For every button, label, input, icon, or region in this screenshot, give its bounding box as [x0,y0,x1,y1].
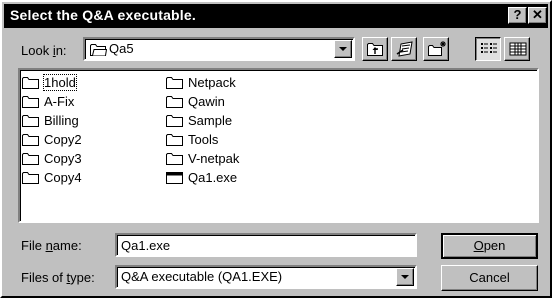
folder-icon [166,153,183,165]
look-in-dropdown-arrow-icon[interactable] [334,40,352,58]
up-one-level-button[interactable] [362,37,388,61]
look-in-label: Look in: [21,43,67,58]
file-name-input[interactable] [115,233,417,257]
new-folder-button[interactable] [423,37,449,61]
help-button[interactable]: ? [508,7,527,24]
folder-icon [22,134,39,146]
files-of-type-combo[interactable]: Q&A executable (QA1.EXE) [115,265,417,289]
file-name-label: Tools [188,132,219,147]
look-in-value: Qa5 [109,41,134,56]
file-name-label: Netpack [188,75,236,90]
files-of-type-label: Files of type: [21,270,95,285]
look-in-combo[interactable]: Qa5 [83,37,355,61]
file-name-label: Copy3 [44,151,82,166]
file-name-label: Copy4 [44,170,82,185]
file-open-dialog: Select the Q&A executable. ? ✕ Look in: … [0,0,552,298]
folder-icon [166,134,183,146]
application-icon [166,172,183,184]
file-name-label: Billing [44,113,79,128]
files-of-type-value: Q&A executable (QA1.EXE) [121,269,283,284]
close-button[interactable]: ✕ [528,7,547,24]
folder-icon [22,172,39,184]
file-list[interactable]: 1hold A-Fix Billing Copy2 Copy3 Copy4 Ne… [18,68,539,223]
cancel-button[interactable]: Cancel [441,265,538,291]
dialog-title: Select the Q&A executable. [10,7,196,23]
folder-icon [22,77,39,89]
folder-icon [166,77,183,89]
folder-icon [22,153,39,165]
file-name-label: Qawin [188,94,225,109]
folder-icon [22,115,39,127]
file-name-label: A-Fix [44,94,75,109]
file-name-field-label: File name: [21,238,82,253]
folder-icon [22,96,39,108]
file-name-label: Copy2 [44,132,82,147]
list-view-button[interactable] [475,37,501,61]
details-view-button[interactable] [504,37,530,61]
file-name-label: V-netpak [188,151,240,166]
desktop-button[interactable] [391,37,417,61]
folder-icon [166,96,183,108]
file-name-label: Sample [188,113,233,128]
folder-icon [89,42,108,60]
file-name-label: 1hold [43,74,77,91]
files-of-type-dropdown-arrow-icon[interactable] [396,268,414,286]
open-button[interactable]: Open [441,233,538,259]
file-name-label: Qa1.exe [188,170,238,185]
folder-icon [166,115,183,127]
title-bar[interactable]: Select the Q&A executable. ? ✕ [4,4,548,28]
